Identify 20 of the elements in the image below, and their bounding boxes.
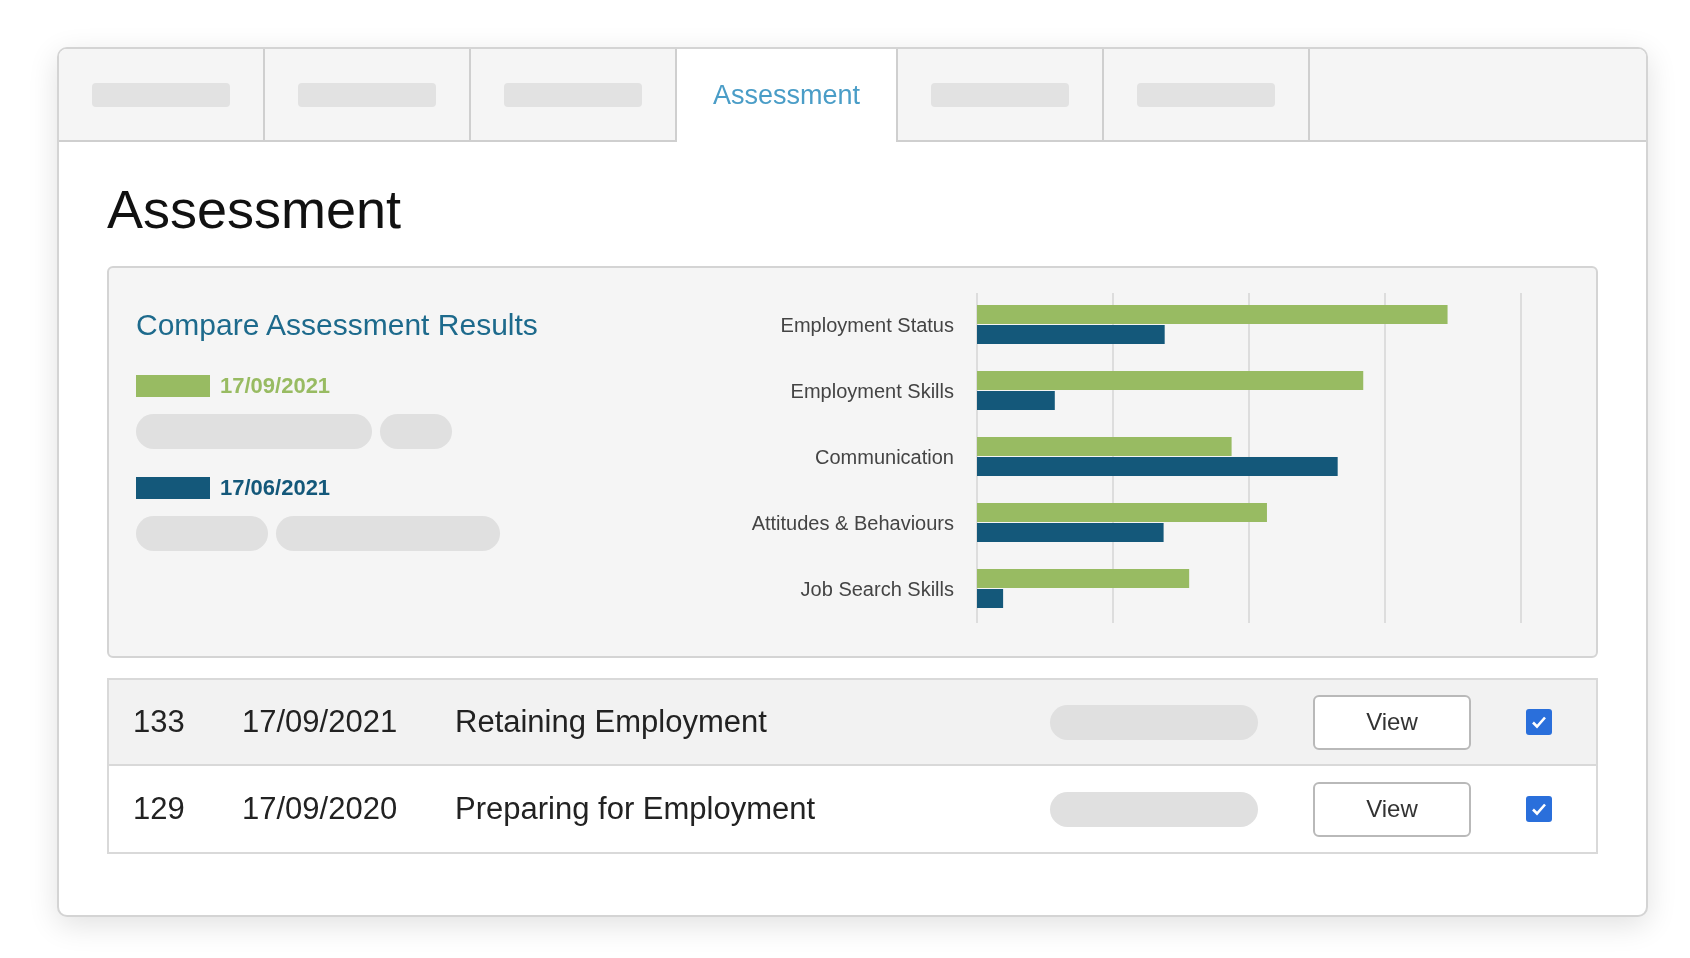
checkbox[interactable] — [1526, 709, 1552, 735]
checkbox[interactable] — [1526, 796, 1552, 822]
category-label: Attitudes & Behaviours — [751, 512, 954, 534]
view-button[interactable]: View — [1313, 694, 1471, 750]
legend-date: 17/09/2021 — [220, 372, 331, 400]
page-title: Assessment — [107, 182, 403, 236]
legend-date: 17/06/2021 — [220, 474, 331, 502]
table-cell-text: Preparing for Employment — [455, 789, 817, 828]
table-cell-text: 133 — [132, 702, 186, 741]
category-label: Communication — [815, 446, 954, 468]
table-cell-text: 17/09/2021 — [242, 702, 399, 741]
category-label: Employment Status — [780, 314, 954, 336]
category-label: Job Search Skills — [800, 578, 954, 600]
view-button[interactable]: View — [1313, 781, 1471, 837]
table-cell-text: 129 — [132, 789, 186, 828]
table-cell-text: 17/09/2020 — [242, 789, 399, 828]
category-label: Employment Skills — [790, 380, 954, 402]
panel-title: Compare Assessment Results — [136, 307, 539, 343]
tab[interactable] — [59, 49, 265, 140]
table-cell-text: Retaining Employment — [455, 702, 768, 741]
